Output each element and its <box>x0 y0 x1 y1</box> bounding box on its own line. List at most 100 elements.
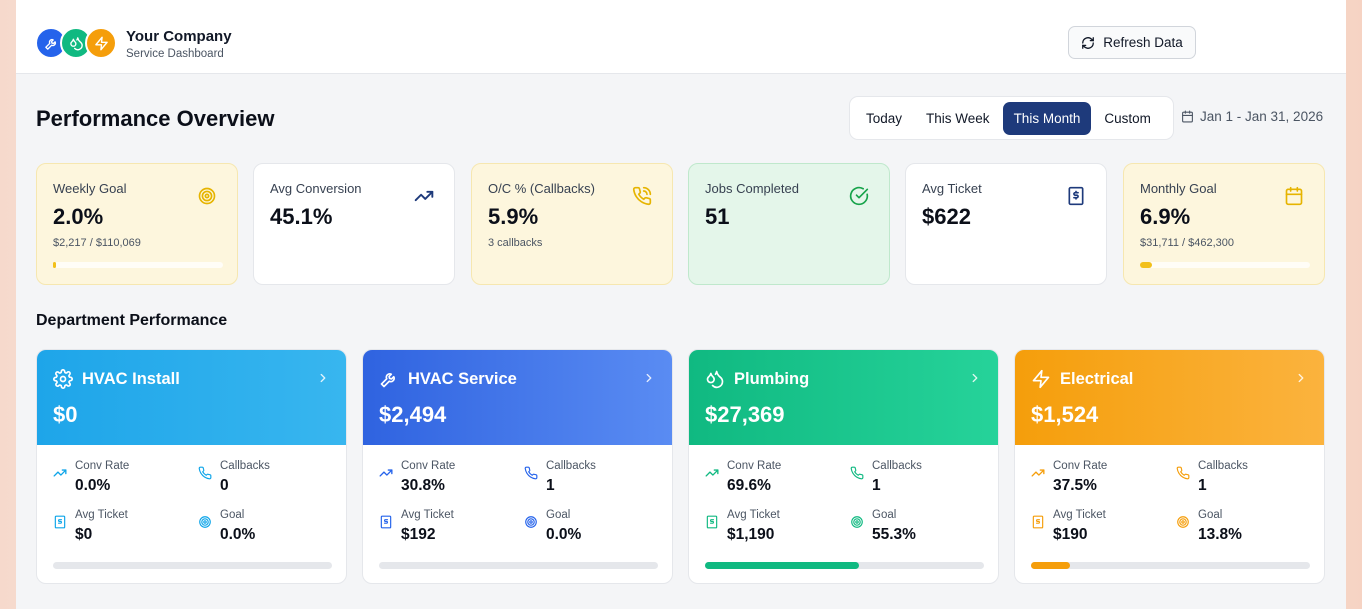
kpi-subtext: $2,217 / $110,069 <box>53 237 141 249</box>
kpi-label: Avg Conversion <box>270 181 362 196</box>
refresh-data-label: Refresh Data <box>1103 35 1183 50</box>
metric-label: Avg Ticket <box>75 509 128 521</box>
goal-progress-fill <box>705 562 860 569</box>
goal-metric: Goal 55.3% <box>850 509 980 549</box>
date-range-text: Jan 1 - Jan 31, 2026 <box>1200 109 1324 124</box>
range-custom[interactable]: Custom <box>1093 102 1162 135</box>
target-icon <box>850 515 864 529</box>
receipt-icon <box>705 515 719 529</box>
metric-value: 55.3% <box>872 526 916 543</box>
kpi-value: 5.9% <box>488 204 539 229</box>
refresh-icon <box>1082 36 1095 49</box>
kpi-jobs-completed[interactable]: Jobs Completed 51 <box>688 163 890 285</box>
range-this-week[interactable]: This Week <box>915 102 1001 135</box>
receipt-icon <box>379 515 393 529</box>
monthly-goal-progress <box>1140 262 1310 268</box>
dept-revenue: $0 <box>53 402 78 427</box>
calendar-icon <box>1284 186 1304 206</box>
phone-icon <box>198 466 212 480</box>
metric-label: Goal <box>872 509 897 521</box>
dept-revenue: $1,524 <box>1031 402 1099 427</box>
dept-header: Electrical $1,524 <box>1015 350 1324 445</box>
department-section-title: Department Performance <box>36 312 228 329</box>
metric-value: 30.8% <box>401 477 445 494</box>
goal-progress-bar <box>1031 562 1310 569</box>
kpi-label: Monthly Goal <box>1140 181 1217 196</box>
conv-rate-metric: Conv Rate 69.6% <box>705 460 835 500</box>
kpi-monthly-goal[interactable]: Monthly Goal 6.9% $31,711 / $462,300 <box>1123 163 1325 285</box>
conv-rate-metric: Conv Rate 0.0% <box>53 460 183 500</box>
kpi-value: $622 <box>922 204 971 229</box>
kpi-value: 2.0% <box>53 204 104 229</box>
metric-label: Callbacks <box>872 460 922 472</box>
callbacks-metric: Callbacks 1 <box>524 460 654 500</box>
dept-name: Plumbing <box>734 370 810 388</box>
conv-rate-metric: Conv Rate 30.8% <box>379 460 509 500</box>
trending-up-icon <box>414 186 434 206</box>
wrench-icon <box>379 369 399 389</box>
target-icon <box>197 186 217 206</box>
trending-up-icon <box>1031 466 1045 480</box>
kpi-avg-conversion[interactable]: Avg Conversion 45.1% <box>253 163 455 285</box>
goal-progress-fill <box>1031 562 1070 569</box>
company-logo <box>35 27 117 59</box>
monthly-goal-progress-fill <box>1140 262 1152 268</box>
range-today[interactable]: Today <box>855 102 913 135</box>
goal-metric: Goal 0.0% <box>524 509 654 549</box>
dashboard-frame: Your Company Service Dashboard Refresh D… <box>16 0 1346 609</box>
kpi-subtext: 3 callbacks <box>488 237 543 249</box>
trending-up-icon <box>705 466 719 480</box>
refresh-data-button[interactable]: Refresh Data <box>1068 26 1196 59</box>
metric-value: 1 <box>872 477 881 494</box>
receipt-icon <box>1031 515 1045 529</box>
trending-up-icon <box>53 466 67 480</box>
metric-value: $1,190 <box>727 526 775 543</box>
chevron-right-icon[interactable] <box>1294 371 1308 385</box>
dept-revenue: $27,369 <box>705 402 785 427</box>
dept-card-hvac-service[interactable]: HVAC Service $2,494 Conv Rate 30.8% Call… <box>362 349 673 584</box>
goal-metric: Goal 13.8% <box>1176 509 1306 549</box>
kpi-weekly-goal[interactable]: Weekly Goal 2.0% $2,217 / $110,069 <box>36 163 238 285</box>
dept-header: HVAC Service $2,494 <box>363 350 672 445</box>
callbacks-metric: Callbacks 0 <box>198 460 328 500</box>
metric-value: $192 <box>401 526 436 543</box>
chevron-right-icon[interactable] <box>316 371 330 385</box>
weekly-goal-progress <box>53 262 223 268</box>
dept-name: HVAC Service <box>408 370 517 388</box>
receipt-icon <box>1066 186 1086 206</box>
date-range-display: Jan 1 - Jan 31, 2026 <box>1181 109 1323 124</box>
kpi-label: O/C % (Callbacks) <box>488 181 595 196</box>
metric-label: Conv Rate <box>727 460 782 472</box>
kpi-subtext: $31,711 / $462,300 <box>1140 237 1234 249</box>
goal-metric: Goal 0.0% <box>198 509 328 549</box>
dept-card-electrical[interactable]: Electrical $1,524 Conv Rate 37.5% Callba… <box>1014 349 1325 584</box>
weekly-goal-progress-fill <box>53 262 57 268</box>
phone-icon <box>850 466 864 480</box>
metric-label: Conv Rate <box>75 460 130 472</box>
kpi-avg-ticket[interactable]: Avg Ticket $622 <box>905 163 1107 285</box>
dept-card-hvac-install[interactable]: HVAC Install $0 Conv Rate 0.0% Callbacks… <box>36 349 347 584</box>
gear-icon <box>53 369 73 389</box>
zap-icon <box>1031 369 1051 389</box>
kpi-value: 45.1% <box>270 204 333 229</box>
goal-progress-bar <box>379 562 658 569</box>
top-bar: Your Company Service Dashboard Refresh D… <box>16 0 1346 74</box>
trending-up-icon <box>379 466 393 480</box>
metric-label: Callbacks <box>220 460 270 472</box>
dept-card-plumbing[interactable]: Plumbing $27,369 Conv Rate 69.6% Callbac… <box>688 349 999 584</box>
dept-header: HVAC Install $0 <box>37 350 346 445</box>
kpi-label: Avg Ticket <box>922 181 982 196</box>
conv-rate-metric: Conv Rate 37.5% <box>1031 460 1161 500</box>
metric-value: 13.8% <box>1198 526 1242 543</box>
kpi-label: Jobs Completed <box>705 181 799 196</box>
metric-value: 0.0% <box>546 526 582 543</box>
metric-value: $190 <box>1053 526 1088 543</box>
metric-value: $0 <box>75 526 93 543</box>
kpi-callbacks[interactable]: O/C % (Callbacks) 5.9% 3 callbacks <box>471 163 673 285</box>
chevron-right-icon[interactable] <box>968 371 982 385</box>
dept-name: HVAC Install <box>82 370 180 388</box>
chevron-right-icon[interactable] <box>642 371 656 385</box>
avg-ticket-metric: Avg Ticket $192 <box>379 509 509 549</box>
kpi-value: 6.9% <box>1140 204 1191 229</box>
range-this-month[interactable]: This Month <box>1002 101 1092 135</box>
